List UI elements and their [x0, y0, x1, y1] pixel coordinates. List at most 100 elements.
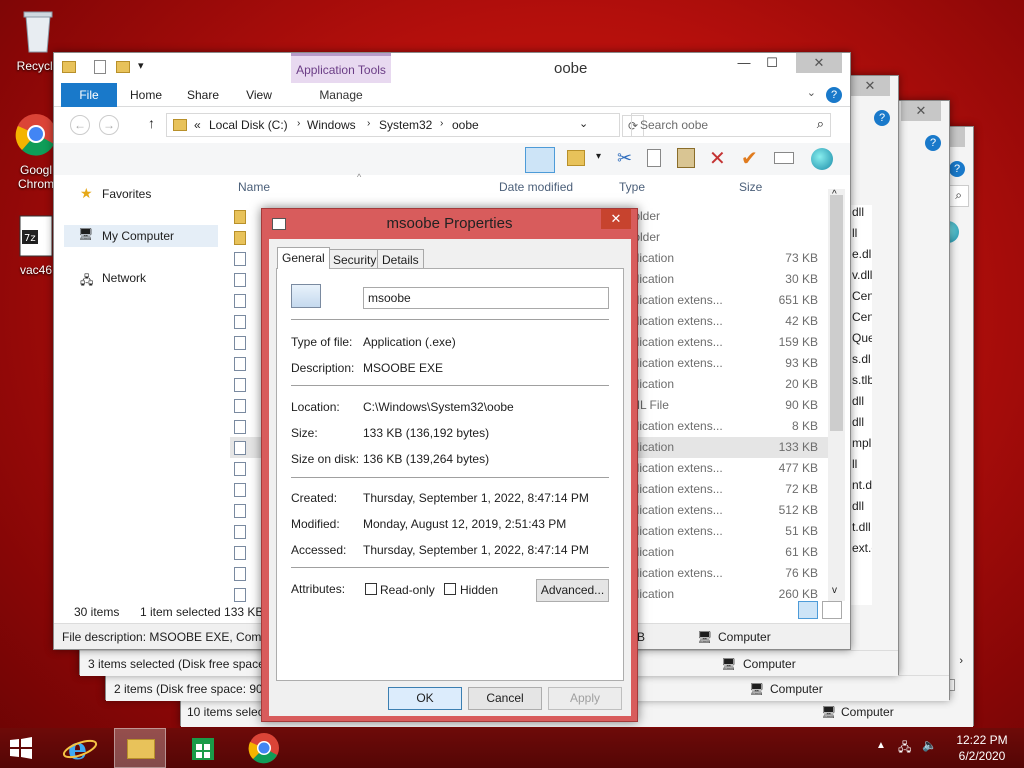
minimize-button[interactable]: — [730, 53, 758, 73]
breadcrumb-separator[interactable]: › [297, 118, 300, 129]
help-icon[interactable]: ? [949, 161, 965, 177]
filename-value: msoobe [368, 291, 411, 305]
column-size[interactable]: Size [739, 180, 762, 194]
large-icons-view-button[interactable] [822, 601, 842, 619]
delete-icon[interactable]: ✕ [709, 146, 726, 171]
back-button[interactable]: ← [70, 115, 90, 135]
chevron-down-icon[interactable]: ⌄ [807, 86, 816, 99]
size-value: 133 KB (136,192 bytes) [363, 426, 490, 440]
breadcrumb-system32[interactable]: System32 [379, 118, 432, 132]
file-size: 72 KB [785, 482, 818, 496]
ok-button[interactable]: OK [388, 687, 462, 710]
close-button[interactable]: ✕ [850, 76, 890, 96]
hidden-label[interactable]: Hidden [460, 583, 498, 597]
separator [291, 385, 609, 386]
hidden-checkbox[interactable] [444, 583, 456, 595]
address-bar[interactable]: « Local Disk (C:) › Windows › System32 ›… [166, 113, 620, 137]
advanced-button[interactable]: Advanced... [536, 579, 609, 602]
tab-share[interactable]: Share [178, 83, 228, 107]
tab-home[interactable]: Home [122, 83, 170, 107]
dialog-close-button[interactable]: ✕ [601, 209, 631, 229]
close-button[interactable]: ✕ [901, 101, 941, 121]
folder-options-icon[interactable] [567, 150, 585, 166]
background-fragment: Cen [852, 310, 872, 324]
nav-network[interactable]: Network [102, 271, 146, 285]
background-fragment: ll [852, 226, 858, 240]
application-tools-tab[interactable]: Application Tools [291, 53, 391, 83]
readonly-label[interactable]: Read-only [380, 583, 435, 597]
file-explorer-taskbar-button[interactable] [114, 728, 166, 768]
file-icon [234, 588, 246, 602]
scroll-right-arrow[interactable]: › [959, 655, 963, 667]
cut-icon[interactable]: ✂ [617, 148, 632, 169]
properties-dialog[interactable]: msoobe Properties ✕ General Security Det… [261, 208, 638, 722]
navigation-pane: ★ Favorites 🖥 My Computer 🖧 Network [54, 175, 224, 593]
nav-my-computer-row[interactable]: 🖥 My Computer [64, 225, 218, 247]
search-input[interactable]: Search oobe ⌕ [631, 113, 831, 137]
column-type[interactable]: Type [619, 180, 645, 194]
close-button[interactable]: ✕ [796, 53, 842, 73]
clock-date: 6/2/2020 [958, 749, 1006, 763]
chevron-down-icon[interactable]: ▾ [138, 59, 144, 72]
file-size: 477 KB [778, 461, 818, 475]
tab-file[interactable]: File [61, 83, 117, 107]
filename-input[interactable]: msoobe [363, 287, 609, 309]
start-button[interactable] [6, 734, 40, 762]
breadcrumb-separator[interactable]: › [440, 118, 443, 129]
breadcrumb-local-disk[interactable]: Local Disk (C:) [209, 118, 288, 132]
new-folder-icon[interactable] [116, 61, 130, 73]
store-taskbar-button[interactable] [182, 732, 226, 764]
status-text-1: 3 items selected (Disk free space: [88, 657, 269, 671]
tab-view[interactable]: View [236, 83, 282, 107]
accessed-value: Thursday, September 1, 2022, 8:47:14 PM [363, 543, 589, 557]
tab-security[interactable]: Security [328, 249, 382, 269]
dialog-body: General Security Details msoobe Type of … [269, 239, 631, 716]
vertical-scrollbar[interactable]: ^ v [828, 189, 845, 601]
file-size: 76 KB [785, 566, 818, 580]
scroll-down-arrow[interactable]: v [832, 585, 837, 596]
computer-icon: 🖥 [721, 657, 737, 671]
breadcrumb-separator[interactable]: › [367, 118, 370, 129]
tab-general[interactable]: General [277, 247, 330, 269]
show-hidden-icons-icon[interactable]: ▲ [876, 740, 886, 751]
scrollbar-thumb[interactable] [830, 195, 843, 431]
computer-label-2: Computer [770, 682, 823, 696]
help-icon[interactable]: ? [874, 110, 890, 126]
title-bar[interactable]: ▾ Application Tools oobe — ☐ ✕ [54, 53, 850, 83]
paste-icon[interactable] [677, 148, 695, 168]
rename-icon[interactable] [774, 152, 794, 164]
preview-pane-icon[interactable] [525, 147, 555, 173]
chrome-taskbar-button[interactable] [246, 731, 290, 765]
breadcrumb-oobe[interactable]: oobe [452, 118, 479, 132]
help-icon[interactable]: ? [826, 87, 842, 103]
help-icon[interactable]: ? [925, 135, 941, 151]
nav-favorites[interactable]: Favorites [102, 187, 151, 201]
internet-explorer-taskbar-button[interactable]: e [60, 731, 104, 767]
checkmark-icon[interactable]: ✔ [741, 146, 758, 171]
separator [291, 477, 609, 478]
chevron-down-icon[interactable]: ▾ [596, 151, 601, 162]
breadcrumb-windows[interactable]: Windows [307, 118, 356, 132]
apply-button[interactable]: Apply [548, 687, 622, 710]
file-icon [234, 273, 246, 287]
up-arrow-icon[interactable]: ↑ [148, 115, 155, 131]
column-name[interactable]: Name [238, 180, 270, 194]
column-date[interactable]: Date modified [499, 180, 573, 194]
details-view-button[interactable] [798, 601, 818, 619]
tab-details[interactable]: Details [377, 249, 424, 269]
properties-icon[interactable] [94, 60, 106, 74]
location-label: Location: [291, 400, 340, 414]
network-tray-icon[interactable]: 🖧 [898, 738, 911, 759]
cancel-button[interactable]: Cancel [468, 687, 542, 710]
volume-icon[interactable]: 🔈 [922, 738, 937, 752]
chevron-down-icon[interactable]: ⌄ [579, 117, 588, 130]
shell-icon[interactable] [811, 148, 833, 170]
internet-explorer-icon: e [62, 732, 98, 767]
clock[interactable]: 12:22 PM 6/2/2020 [950, 732, 1014, 764]
file-size: 93 KB [785, 356, 818, 370]
maximize-button[interactable]: ☐ [758, 53, 786, 73]
readonly-checkbox[interactable] [365, 583, 377, 595]
copy-icon[interactable] [647, 149, 661, 167]
forward-button[interactable]: → [99, 115, 119, 135]
tab-manage[interactable]: Manage [291, 83, 391, 107]
